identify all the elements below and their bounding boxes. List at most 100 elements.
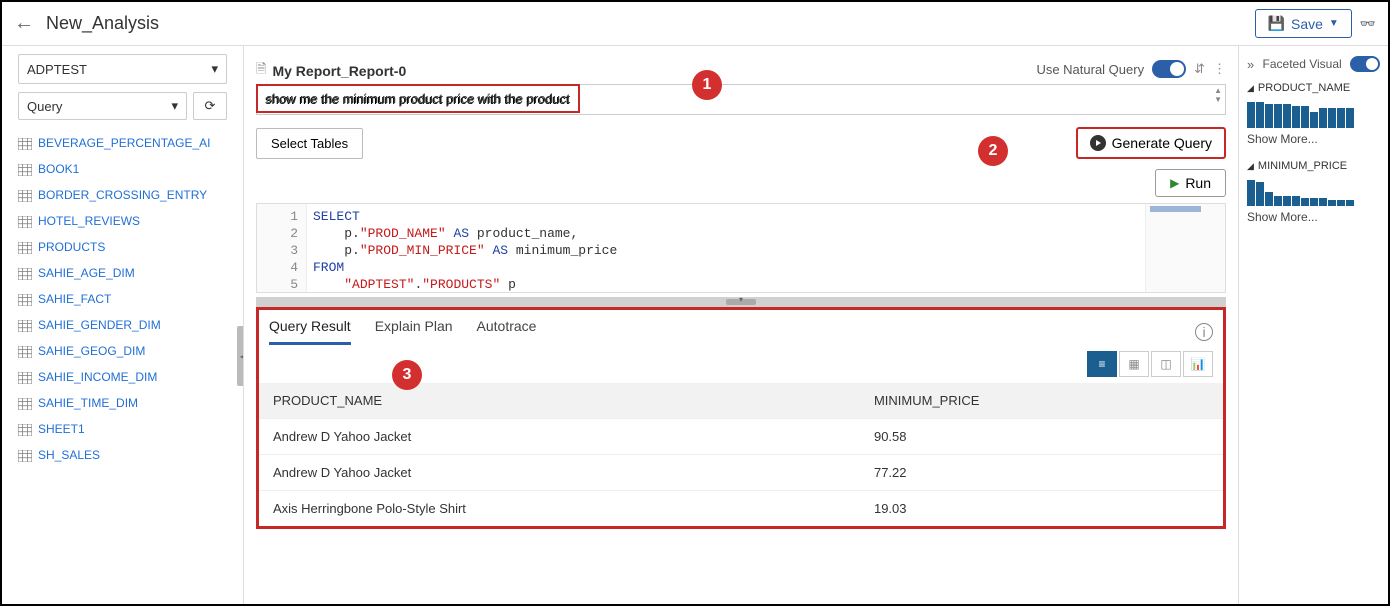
spark-bar bbox=[1337, 108, 1345, 128]
faceted-label: Faceted Visual bbox=[1263, 57, 1342, 71]
spark-bar bbox=[1274, 104, 1282, 128]
show-more-link[interactable]: Show More... bbox=[1247, 210, 1380, 224]
show-more-link[interactable]: Show More... bbox=[1247, 132, 1380, 146]
sidebar-table-item[interactable]: SAHIE_AGE_DIM bbox=[18, 260, 227, 286]
tab-query-result[interactable]: Query Result bbox=[269, 318, 351, 345]
run-button[interactable]: ▶ Run bbox=[1155, 169, 1226, 197]
table-icon bbox=[18, 136, 32, 150]
table-row[interactable]: Andrew D Yahoo Jacket77.22 bbox=[259, 455, 1223, 491]
horizontal-resizer[interactable] bbox=[256, 297, 1226, 307]
sidebar-table-item[interactable]: SHEET1 bbox=[18, 416, 227, 442]
sparkline-chart[interactable] bbox=[1247, 100, 1380, 128]
facet-name: MINIMUM_PRICE bbox=[1258, 160, 1347, 172]
cell: 90.58 bbox=[860, 419, 1223, 455]
sidebar-table-item[interactable]: SAHIE_INCOME_DIM bbox=[18, 364, 227, 390]
save-button[interactable]: 💾 Save ▼ bbox=[1255, 9, 1352, 38]
faceted-toggle[interactable] bbox=[1350, 56, 1380, 72]
minimap[interactable] bbox=[1145, 204, 1225, 292]
topbar: ← New_Analysis 💾 Save ▼ 👓 bbox=[2, 2, 1388, 46]
query-type-select[interactable]: Query ▾ bbox=[18, 92, 187, 120]
triangle-icon: ◢ bbox=[1247, 161, 1254, 172]
table-icon bbox=[18, 292, 32, 306]
view-chart-button[interactable]: 📊 bbox=[1183, 351, 1213, 377]
sidebar-table-item[interactable]: SAHIE_TIME_DIM bbox=[18, 390, 227, 416]
table-row[interactable]: Axis Herringbone Polo-Style Shirt19.03 bbox=[259, 491, 1223, 527]
facet-name: PRODUCT_NAME bbox=[1258, 82, 1350, 94]
result-tabs: Query Result Explain Plan Autotrace bbox=[269, 318, 536, 345]
table-icon bbox=[18, 240, 32, 254]
sidebar-table-item[interactable]: SAHIE_FACT bbox=[18, 286, 227, 312]
table-name-label: SAHIE_AGE_DIM bbox=[38, 266, 135, 280]
table-name-label: SH_SALES bbox=[38, 448, 100, 462]
collapse-icon[interactable]: ⇵ bbox=[1194, 61, 1205, 77]
spinner-down-icon[interactable]: ▼ bbox=[1214, 95, 1222, 104]
facet-header[interactable]: ◢PRODUCT_NAME bbox=[1247, 82, 1380, 94]
run-label: Run bbox=[1185, 175, 1211, 191]
select-tables-button[interactable]: Select Tables bbox=[256, 128, 363, 159]
spark-bar bbox=[1256, 182, 1264, 206]
cell: 77.22 bbox=[860, 455, 1223, 491]
sidebar-table-item[interactable]: HOTEL_REVIEWS bbox=[18, 208, 227, 234]
sparkline-chart[interactable] bbox=[1247, 178, 1380, 206]
view-split-button[interactable]: ◫ bbox=[1151, 351, 1181, 377]
facet-header[interactable]: ◢ MINIMUM_PRICE bbox=[1247, 160, 1380, 172]
table-name-label: SAHIE_FACT bbox=[38, 292, 111, 306]
refresh-icon: ⟳ bbox=[205, 98, 216, 114]
natural-query-toggle[interactable] bbox=[1152, 60, 1186, 78]
column-header[interactable]: PRODUCT_NAME bbox=[259, 383, 860, 419]
sidebar-table-item[interactable]: BORDER_CROSSING_ENTRY bbox=[18, 182, 227, 208]
table-icon bbox=[18, 422, 32, 436]
table-row[interactable]: Andrew D Yahoo Jacket90.58 bbox=[259, 419, 1223, 455]
facets-container: ◢PRODUCT_NAME Show More... ◢ MINIMUM_PRICE S… bbox=[1247, 82, 1380, 224]
sidebar-right: » Faceted Visual ◢PRODUCT_NAMEShow More.… bbox=[1238, 46, 1388, 604]
result-panel: Query ResultExplain PlanAutotrace i ≡ ▦ … bbox=[256, 307, 1226, 529]
spark-bar bbox=[1310, 198, 1318, 206]
save-label: Save bbox=[1291, 16, 1323, 32]
spark-bar bbox=[1346, 200, 1354, 206]
tab-explain-plan[interactable]: Explain Plan bbox=[375, 318, 453, 345]
kebab-menu-icon[interactable]: ⋮ bbox=[1213, 61, 1226, 77]
spark-bar bbox=[1301, 106, 1309, 128]
sidebar-table-item[interactable]: BEVERAGE_PERCENTAGE_AI bbox=[18, 130, 227, 156]
view-data-button[interactable]: ≡ bbox=[1087, 351, 1117, 377]
sidebar-table-item[interactable]: SH_SALES bbox=[18, 442, 227, 468]
spinner-up-icon[interactable]: ▲ bbox=[1214, 86, 1222, 95]
spark-bar bbox=[1337, 200, 1345, 206]
sidebar-table-item[interactable]: BOOK1 bbox=[18, 156, 227, 182]
spark-bar bbox=[1319, 108, 1327, 128]
schema-select[interactable]: ADPTEST ▾ bbox=[18, 54, 227, 84]
chevron-double-right-icon[interactable]: » bbox=[1247, 57, 1254, 72]
main-layout: ADPTEST ▾ Query ▾ ⟳ BEVERAGE_PERCENTAGE_… bbox=[2, 46, 1388, 604]
report-name-block: 🗎 My Report_Report-0 bbox=[256, 60, 406, 82]
topbar-left: ← New_Analysis bbox=[14, 12, 159, 35]
callout-2: 2 bbox=[978, 136, 1008, 166]
column-header[interactable]: MINIMUM_PRICE bbox=[860, 383, 1223, 419]
spark-bar bbox=[1283, 196, 1291, 206]
back-arrow-icon[interactable]: ← bbox=[14, 12, 34, 35]
sidebar-table-item[interactable]: SAHIE_GENDER_DIM bbox=[18, 312, 227, 338]
tab-autotrace[interactable]: Autotrace bbox=[477, 318, 537, 345]
table-name-label: HOTEL_REVIEWS bbox=[38, 214, 140, 228]
refresh-button[interactable]: ⟳ bbox=[193, 92, 227, 120]
sidebar-table-item[interactable]: SAHIE_GEOG_DIM bbox=[18, 338, 227, 364]
table-icon bbox=[18, 448, 32, 462]
cell: Andrew D Yahoo Jacket bbox=[259, 455, 860, 491]
generate-query-button[interactable]: Generate Query bbox=[1076, 127, 1226, 159]
table-name-label: SAHIE_GEOG_DIM bbox=[38, 344, 145, 358]
table-name-label: BORDER_CROSSING_ENTRY bbox=[38, 188, 207, 202]
sidebar-collapse-handle[interactable] bbox=[237, 326, 244, 386]
binoculars-icon[interactable]: 👓 bbox=[1360, 16, 1376, 32]
table-name-label: SAHIE_TIME_DIM bbox=[38, 396, 138, 410]
spark-bar bbox=[1301, 198, 1309, 206]
sidebar-table-item[interactable]: PRODUCTS bbox=[18, 234, 227, 260]
sql-editor[interactable]: 12345 SELECT p."PROD_NAME" AS product_na… bbox=[256, 203, 1226, 293]
table-body: Andrew D Yahoo Jacket90.58Andrew D Yahoo… bbox=[259, 419, 1223, 527]
spark-bar bbox=[1319, 198, 1327, 206]
code-block[interactable]: SELECT p."PROD_NAME" AS product_name, p.… bbox=[307, 204, 623, 292]
cell: Axis Herringbone Polo-Style Shirt bbox=[259, 491, 860, 527]
spark-bar bbox=[1346, 108, 1354, 128]
spark-bar bbox=[1247, 102, 1255, 128]
natural-query-input[interactable] bbox=[256, 84, 1226, 115]
info-icon[interactable]: i bbox=[1195, 323, 1213, 341]
view-table-button[interactable]: ▦ bbox=[1119, 351, 1149, 377]
